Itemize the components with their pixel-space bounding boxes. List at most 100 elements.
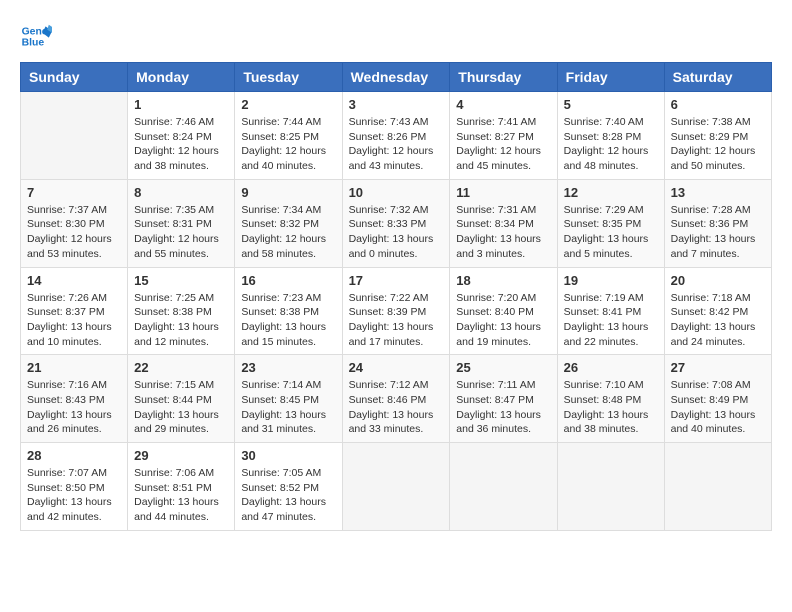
- calendar-cell: 21 Sunrise: 7:16 AMSunset: 8:43 PMDayligh…: [21, 355, 128, 443]
- calendar-cell: 14Sunrise: 7:26 AMSunset: 8:37 PMDayligh…: [21, 267, 128, 355]
- calendar-cell: 19Sunrise: 7:19 AMSunset: 8:41 PMDayligh…: [557, 267, 664, 355]
- header-thursday: Thursday: [450, 63, 557, 92]
- day-info: Sunrise: 7:35 AMSunset: 8:31 PMDaylight:…: [134, 203, 228, 262]
- day-number: 18: [456, 273, 550, 288]
- calendar-cell: [21, 92, 128, 180]
- calendar-cell: [450, 443, 557, 531]
- day-number: 13: [671, 185, 765, 200]
- calendar-cell: 26Sunrise: 7:10 AMSunset: 8:48 PMDayligh…: [557, 355, 664, 443]
- day-number: 5: [564, 97, 658, 112]
- day-info: Sunrise: 7:43 AMSunset: 8:26 PMDaylight:…: [349, 115, 444, 174]
- day-info: Sunrise: 7:14 AMSunset: 8:45 PMDaylight:…: [241, 378, 335, 437]
- day-info: Sunrise: 7:22 AMSunset: 8:39 PMDaylight:…: [349, 291, 444, 350]
- calendar-cell: [664, 443, 771, 531]
- day-number: 2: [241, 97, 335, 112]
- calendar-cell: 27 Sunrise: 7:08 AMSunset: 8:49 PMDayligh…: [664, 355, 771, 443]
- calendar-cell: 5 Sunrise: 7:40 AMSunset: 8:28 PMDaylight…: [557, 92, 664, 180]
- calendar-cell: 8 Sunrise: 7:35 AMSunset: 8:31 PMDaylight…: [128, 179, 235, 267]
- day-number: 24: [349, 360, 444, 375]
- header-sunday: Sunday: [21, 63, 128, 92]
- day-number: 1: [134, 97, 228, 112]
- calendar-cell: 30Sunrise: 7:05 AMSunset: 8:52 PMDayligh…: [235, 443, 342, 531]
- day-info: Sunrise: 7:15 AMSunset: 8:44 PMDaylight:…: [134, 378, 228, 437]
- header-tuesday: Tuesday: [235, 63, 342, 92]
- day-number: 4: [456, 97, 550, 112]
- calendar-cell: 29 Sunrise: 7:06 AMSunset: 8:51 PMDayligh…: [128, 443, 235, 531]
- calendar-cell: 28Sunrise: 7:07 AMSunset: 8:50 PMDayligh…: [21, 443, 128, 531]
- day-number: 23: [241, 360, 335, 375]
- day-info: Sunrise: 7:31 AMSunset: 8:34 PMDaylight:…: [456, 203, 550, 262]
- calendar-cell: 22 Sunrise: 7:15 AMSunset: 8:44 PMDayligh…: [128, 355, 235, 443]
- week-row-5: 28Sunrise: 7:07 AMSunset: 8:50 PMDayligh…: [21, 443, 772, 531]
- calendar-cell: 10 Sunrise: 7:32 AMSunset: 8:33 PMDayligh…: [342, 179, 450, 267]
- svg-text:Blue: Blue: [22, 38, 45, 49]
- calendar-cell: 15 Sunrise: 7:25 AMSunset: 8:38 PMDayligh…: [128, 267, 235, 355]
- calendar-cell: 2 Sunrise: 7:44 AMSunset: 8:25 PMDaylight…: [235, 92, 342, 180]
- day-info: Sunrise: 7:44 AMSunset: 8:25 PMDaylight:…: [241, 115, 335, 174]
- calendar: SundayMondayTuesdayWednesdayThursdayFrid…: [20, 62, 772, 531]
- day-info: Sunrise: 7:10 AMSunset: 8:48 PMDaylight:…: [564, 378, 658, 437]
- day-number: 11: [456, 185, 550, 200]
- calendar-cell: 17 Sunrise: 7:22 AMSunset: 8:39 PMDayligh…: [342, 267, 450, 355]
- day-info: Sunrise: 7:16 AMSunset: 8:43 PMDaylight:…: [27, 378, 121, 437]
- week-row-3: 14Sunrise: 7:26 AMSunset: 8:37 PMDayligh…: [21, 267, 772, 355]
- logo: General Blue: [20, 20, 56, 52]
- day-info: Sunrise: 7:20 AMSunset: 8:40 PMDaylight:…: [456, 291, 550, 350]
- calendar-cell: 7Sunrise: 7:37 AMSunset: 8:30 PMDaylight…: [21, 179, 128, 267]
- day-info: Sunrise: 7:06 AMSunset: 8:51 PMDaylight:…: [134, 466, 228, 525]
- day-info: Sunrise: 7:32 AMSunset: 8:33 PMDaylight:…: [349, 203, 444, 262]
- calendar-cell: 18 Sunrise: 7:20 AMSunset: 8:40 PMDayligh…: [450, 267, 557, 355]
- day-number: 22: [134, 360, 228, 375]
- calendar-header-row: SundayMondayTuesdayWednesdayThursdayFrid…: [21, 63, 772, 92]
- day-info: Sunrise: 7:38 AMSunset: 8:29 PMDaylight:…: [671, 115, 765, 174]
- week-row-2: 7Sunrise: 7:37 AMSunset: 8:30 PMDaylight…: [21, 179, 772, 267]
- calendar-cell: 16 Sunrise: 7:23 AMSunset: 8:38 PMDayligh…: [235, 267, 342, 355]
- calendar-cell: 23 Sunrise: 7:14 AMSunset: 8:45 PMDayligh…: [235, 355, 342, 443]
- day-info: Sunrise: 7:41 AMSunset: 8:27 PMDaylight:…: [456, 115, 550, 174]
- day-info: Sunrise: 7:28 AMSunset: 8:36 PMDaylight:…: [671, 203, 765, 262]
- day-info: Sunrise: 7:11 AMSunset: 8:47 PMDaylight:…: [456, 378, 550, 437]
- day-number: 17: [349, 273, 444, 288]
- day-number: 20: [671, 273, 765, 288]
- day-number: 15: [134, 273, 228, 288]
- header-wednesday: Wednesday: [342, 63, 450, 92]
- logo-icon: General Blue: [20, 20, 52, 52]
- calendar-cell: 25 Sunrise: 7:11 AMSunset: 8:47 PMDayligh…: [450, 355, 557, 443]
- calendar-cell: 6Sunrise: 7:38 AMSunset: 8:29 PMDaylight…: [664, 92, 771, 180]
- day-info: Sunrise: 7:08 AMSunset: 8:49 PMDaylight:…: [671, 378, 765, 437]
- day-number: 3: [349, 97, 444, 112]
- header-saturday: Saturday: [664, 63, 771, 92]
- day-number: 25: [456, 360, 550, 375]
- calendar-cell: 9 Sunrise: 7:34 AMSunset: 8:32 PMDaylight…: [235, 179, 342, 267]
- day-number: 12: [564, 185, 658, 200]
- day-number: 28: [27, 448, 121, 463]
- calendar-cell: 24 Sunrise: 7:12 AMSunset: 8:46 PMDayligh…: [342, 355, 450, 443]
- day-number: 10: [349, 185, 444, 200]
- day-info: Sunrise: 7:23 AMSunset: 8:38 PMDaylight:…: [241, 291, 335, 350]
- week-row-1: 1 Sunrise: 7:46 AMSunset: 8:24 PMDaylight…: [21, 92, 772, 180]
- day-number: 14: [27, 273, 121, 288]
- day-info: Sunrise: 7:37 AMSunset: 8:30 PMDaylight:…: [27, 203, 121, 262]
- calendar-cell: 4 Sunrise: 7:41 AMSunset: 8:27 PMDaylight…: [450, 92, 557, 180]
- calendar-cell: 1 Sunrise: 7:46 AMSunset: 8:24 PMDaylight…: [128, 92, 235, 180]
- day-number: 16: [241, 273, 335, 288]
- day-info: Sunrise: 7:34 AMSunset: 8:32 PMDaylight:…: [241, 203, 335, 262]
- day-number: 9: [241, 185, 335, 200]
- day-info: Sunrise: 7:25 AMSunset: 8:38 PMDaylight:…: [134, 291, 228, 350]
- header: General Blue: [20, 20, 772, 52]
- day-number: 8: [134, 185, 228, 200]
- day-info: Sunrise: 7:12 AMSunset: 8:46 PMDaylight:…: [349, 378, 444, 437]
- day-number: 27: [671, 360, 765, 375]
- day-info: Sunrise: 7:40 AMSunset: 8:28 PMDaylight:…: [564, 115, 658, 174]
- day-number: 29: [134, 448, 228, 463]
- day-info: Sunrise: 7:29 AMSunset: 8:35 PMDaylight:…: [564, 203, 658, 262]
- calendar-cell: 12 Sunrise: 7:29 AMSunset: 8:35 PMDayligh…: [557, 179, 664, 267]
- day-info: Sunrise: 7:18 AMSunset: 8:42 PMDaylight:…: [671, 291, 765, 350]
- header-monday: Monday: [128, 63, 235, 92]
- calendar-cell: 20 Sunrise: 7:18 AMSunset: 8:42 PMDayligh…: [664, 267, 771, 355]
- calendar-cell: [557, 443, 664, 531]
- calendar-cell: 3 Sunrise: 7:43 AMSunset: 8:26 PMDaylight…: [342, 92, 450, 180]
- day-info: Sunrise: 7:46 AMSunset: 8:24 PMDaylight:…: [134, 115, 228, 174]
- day-number: 21: [27, 360, 121, 375]
- calendar-cell: 11 Sunrise: 7:31 AMSunset: 8:34 PMDayligh…: [450, 179, 557, 267]
